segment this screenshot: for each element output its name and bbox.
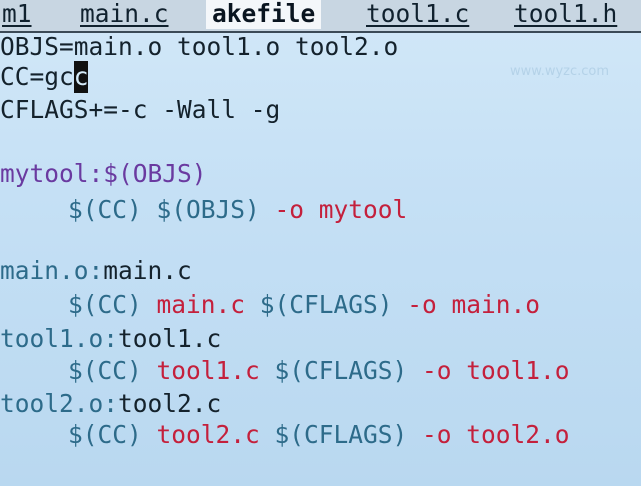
code-line: CC=gcc [0,61,89,93]
tool1-cc: $(CC) [68,356,157,385]
mytool-target: mytool: [0,159,104,188]
tool1-target: tool1.o: [0,324,119,353]
main-output: -o main.o [407,290,541,319]
tab-tool1-h[interactable]: tool1.h [508,0,623,29]
main-cflags: $(CFLAGS) [259,290,408,319]
mytool-output-flag: -o mytool [274,195,408,224]
tool2-source: tool2.c [156,420,275,449]
main-target: main.o: [0,256,104,285]
code-line: $(CC) $(OBJS) -o mytool [0,194,407,226]
tool2-dependency: tool2.c [118,389,222,418]
code-line: CFLAGS+=-c -Wall -g [0,94,280,126]
objs-assignment: OBJS=main.o tool1.o tool2.o [0,32,399,61]
cc-assignment: CC=gc [0,62,74,91]
tool1-dependency: tool1.c [118,324,222,353]
main-source: main.c [156,290,260,319]
tool1-cflags: $(CFLAGS) [274,356,423,385]
watermark-url: www.wyzc.com [510,64,610,79]
cflags-assignment: CFLAGS+=-c -Wall -g [0,95,281,124]
code-line: main.o:main.c [0,255,192,287]
code-line: mytool:$(OBJS) [0,158,207,190]
code-line: $(CC) tool2.c $(CFLAGS) -o tool2.o [0,419,570,451]
editor-area[interactable]: OBJS=main.o tool1.o tool2.o CC=gcc CFLAG… [0,31,641,486]
tool2-output: -o tool2.o [422,420,570,449]
main-cc: $(CC) [68,290,157,319]
tool2-cc: $(CC) [68,420,157,449]
main-dependency: main.c [103,256,192,285]
tool1-source: tool1.c [156,356,275,385]
tab-m1[interactable]: m1 [0,0,38,29]
tab-main-c[interactable]: main.c [74,0,175,29]
code-line: tool1.o:tool1.c [0,323,221,355]
tool2-cflags: $(CFLAGS) [274,420,423,449]
tab-makefile[interactable]: akefile [206,0,322,29]
code-line: $(CC) tool1.c $(CFLAGS) -o tool1.o [0,355,570,387]
code-line: tool2.o:tool2.c [0,388,221,420]
text-cursor: c [73,61,89,93]
mytool-dependency: $(OBJS) [103,159,207,188]
tab-bar: m1 main.c akefile tool1.c tool1.h [0,0,641,33]
code-line: $(CC) main.c $(CFLAGS) -o main.o [0,289,540,321]
tool2-target: tool2.o: [0,389,119,418]
code-line: OBJS=main.o tool1.o tool2.o [0,31,398,63]
tool1-output: -o tool1.o [422,356,570,385]
tab-tool1-c[interactable]: tool1.c [360,0,475,29]
mytool-command: $(CC) $(OBJS) [68,195,275,224]
